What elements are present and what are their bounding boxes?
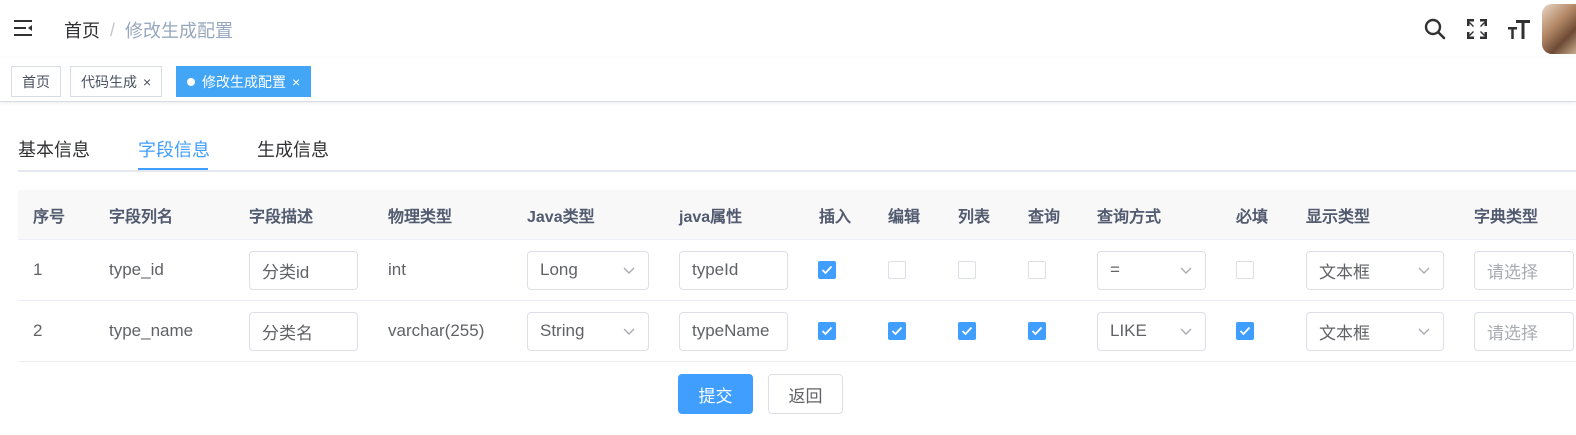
tabs: 基本信息 字段信息 生成信息 [18,124,1576,172]
avatar[interactable] [1542,4,1576,54]
tag-edit-gen-config[interactable]: 修改生成配置 × [176,66,312,97]
query-checkbox[interactable] [1028,322,1046,340]
back-button[interactable]: 返回 [768,374,843,414]
chevron-down-icon [623,267,635,274]
cell-column-name: type_name [109,321,194,340]
query-type-select[interactable]: = [1097,250,1206,290]
java-field-input-value: typeName [692,321,770,340]
header-java-type: Java类型 [527,208,595,226]
close-icon[interactable]: × [143,75,151,89]
edit-checkbox[interactable] [888,322,906,340]
java-field-input[interactable]: typeId [679,250,788,290]
java-type-select[interactable]: String [527,311,649,351]
header-html-type: 显示类型 [1306,208,1371,226]
java-field-input-value: typeId [692,260,739,279]
cell-physical-type: int [388,260,406,279]
tag-label: 修改生成配置 [202,73,286,90]
breadcrumb-home[interactable]: 首页 [64,17,100,43]
active-dot-icon [187,77,195,86]
header-insert: 插入 [819,208,852,226]
cell-index: 2 [33,321,43,340]
tags-view: 首页 代码生成 × 修改生成配置 × [0,58,1576,102]
header-dict-type: 字典类型 [1474,208,1539,226]
list-checkbox[interactable] [958,261,976,279]
font-size-icon[interactable] [1498,0,1540,58]
header-index: 序号 [33,208,66,226]
list-checkbox[interactable] [958,322,976,340]
html-type-select-value: 文本框 [1319,262,1370,282]
header-physical-type: 物理类型 [388,208,453,226]
html-type-select[interactable]: 文本框 [1306,250,1444,290]
dict-type-placeholder: 请选择 [1487,323,1538,343]
tag-home[interactable]: 首页 [11,66,61,97]
header-column-name: 字段列名 [109,208,174,226]
submit-button[interactable]: 提交 [678,374,753,414]
breadcrumb-current: 修改生成配置 [125,21,234,41]
table-header: 序号 字段列名 字段描述 物理类型 Java类型 java属性 插入 编辑 列表… [18,190,1576,240]
header-description: 字段描述 [249,208,314,226]
required-checkbox[interactable] [1236,261,1254,279]
header-query: 查询 [1028,208,1061,226]
table-row: 2 type_name 分类名 varchar(255) String type… [18,301,1576,362]
header-query-type: 查询方式 [1097,208,1162,226]
java-field-input[interactable]: typeName [679,311,788,351]
breadcrumb-separator: / [110,19,116,40]
tag-code-gen[interactable]: 代码生成 × [70,66,163,97]
cell-physical-type: varchar(255) [388,321,485,340]
chevron-down-icon [1418,328,1430,335]
cell-column-name: type_id [109,260,164,279]
html-type-select-value: 文本框 [1319,323,1370,343]
chevron-down-icon [1180,267,1192,274]
navbar: 首页 / 修改生成配置 [0,0,1576,58]
description-input[interactable]: 分类id [249,250,358,290]
required-checkbox[interactable] [1236,322,1254,340]
description-input[interactable]: 分类名 [249,311,358,351]
description-input-value: 分类id [262,262,310,282]
dict-type-placeholder: 请选择 [1487,262,1538,282]
tab-gen-info[interactable]: 生成信息 [257,136,329,162]
tab-basic-info[interactable]: 基本信息 [18,136,90,162]
dict-type-select[interactable]: 请选择 [1474,250,1574,290]
hamburger-icon[interactable] [12,18,36,38]
dict-type-select[interactable]: 请选择 [1474,311,1574,351]
field-table: 序号 字段列名 字段描述 物理类型 Java类型 java属性 插入 编辑 列表… [18,190,1576,362]
html-type-select[interactable]: 文本框 [1306,311,1444,351]
header-java-field: java属性 [679,208,743,226]
tag-label: 代码生成 [81,73,137,90]
query-type-select-value: = [1110,260,1120,279]
query-checkbox[interactable] [1028,261,1046,279]
java-type-select[interactable]: Long [527,250,649,290]
chevron-down-icon [1418,267,1430,274]
chevron-down-icon [623,328,635,335]
navbar-right-menu [1414,0,1576,58]
java-type-select-value: Long [540,260,578,279]
header-list: 列表 [958,208,991,226]
breadcrumb: 首页 / 修改生成配置 [64,17,233,43]
header-edit: 编辑 [888,208,921,226]
close-icon[interactable]: × [292,75,300,89]
tab-field-info[interactable]: 字段信息 [138,136,210,162]
search-icon[interactable] [1414,0,1456,58]
table-row: 1 type_id 分类id int Long typeId = 文本框 请选择 [18,240,1576,301]
cell-index: 1 [33,260,43,279]
query-type-select-value: LIKE [1110,321,1147,340]
edit-checkbox[interactable] [888,261,906,279]
fullscreen-icon[interactable] [1456,0,1498,58]
tag-label: 首页 [22,73,50,90]
description-input-value: 分类名 [262,323,313,343]
insert-checkbox[interactable] [818,322,836,340]
insert-checkbox[interactable] [818,261,836,279]
java-type-select-value: String [540,321,585,340]
chevron-down-icon [1180,328,1192,335]
tab-active-indicator [138,168,208,170]
header-required: 必填 [1236,208,1269,226]
query-type-select[interactable]: LIKE [1097,311,1206,351]
